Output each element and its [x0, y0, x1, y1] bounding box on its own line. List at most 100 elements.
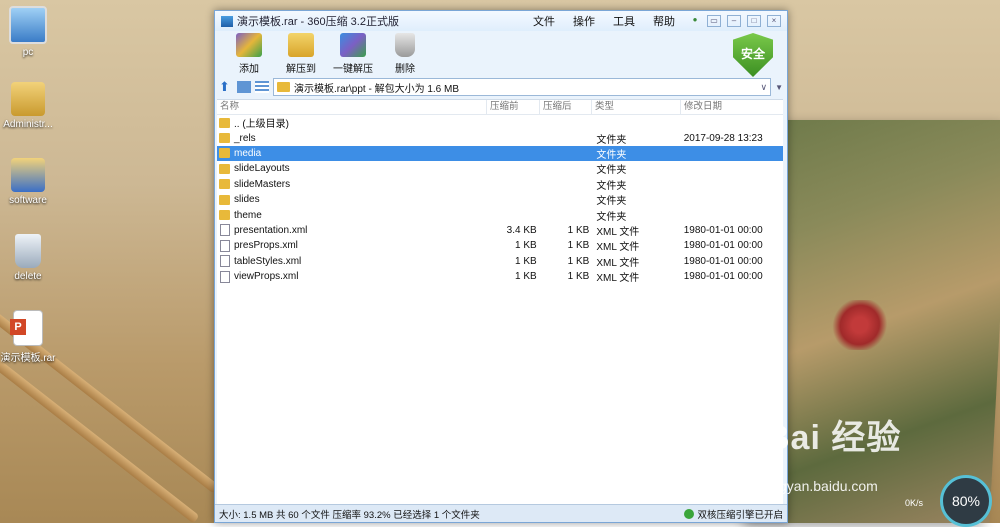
file-icon [220, 270, 230, 283]
col-compressed-after[interactable]: 压缩后 [540, 100, 592, 114]
col-modified[interactable]: 修改日期 [681, 100, 780, 114]
archive-window: 演示模板.rar - 360压缩 3.2正式版 文件 操作 工具 帮助 ● ▭ … [214, 10, 788, 523]
engine-status-icon [684, 508, 695, 519]
desktop-icon-software[interactable]: software [0, 158, 60, 206]
file-name-cell: theme [217, 210, 487, 221]
list-view-icon[interactable] [255, 81, 269, 93]
file-name-cell: .. (上级目录) [217, 115, 487, 130]
add-button[interactable]: 添加 [223, 33, 275, 77]
menu-dropdown-icon[interactable]: ▭ [707, 15, 721, 27]
type-cell: XML 文件 [596, 273, 640, 285]
file-name-cell: slides [217, 194, 487, 205]
compressed-before-cell: 1 KB [515, 240, 537, 252]
type-cell: 文件夹 [596, 211, 627, 223]
baidu-watermark-url: jingyan.baidu.com [765, 478, 878, 494]
modified-date-cell: 1980-01-01 00:00 [683, 240, 763, 252]
table-row[interactable]: theme 文件夹 [217, 207, 783, 223]
column-header: 名称 压缩前 压缩后 类型 修改日期 [217, 100, 783, 115]
app-logo-icon [221, 15, 233, 27]
table-row[interactable]: tableStyles.xml 1 KB 1 KB XML 文件 1980-01-01 … [217, 254, 783, 269]
type-cell: 文件夹 [596, 180, 627, 192]
path-field[interactable]: 演示模板.rar\ppt - 解包大小为 1.6 MB ∨ [273, 78, 772, 96]
table-row[interactable]: presProps.xml 1 KB 1 KB XML 文件 1980-01-01 00… [217, 238, 783, 253]
compressed-before-cell: 1 KB [515, 271, 537, 283]
table-row[interactable]: slideLayouts 文件夹 [217, 161, 783, 176]
up-arrow-icon[interactable]: ⬆ [219, 80, 233, 93]
extract-to-icon [288, 33, 314, 57]
modified-date-cell: 2017-09-28 13:23 [683, 132, 763, 144]
delete-button[interactable]: 删除 [379, 33, 431, 77]
desktop-icon-pc[interactable]: pc [0, 6, 60, 58]
engine-status-text: 双核压缩引擎已开启 [697, 509, 783, 521]
file-icon [220, 239, 230, 252]
user-folder-icon [11, 82, 45, 116]
one-click-extract-icon [340, 33, 366, 57]
table-row[interactable]: .. (上级目录) [217, 115, 783, 130]
menu-file[interactable]: 文件 [533, 13, 555, 29]
folder-icon [219, 194, 230, 205]
file-name-cell: tableStyles.xml [217, 255, 487, 268]
compressed-after-cell: 1 KB [567, 255, 590, 267]
type-cell: XML 文件 [596, 226, 640, 238]
type-cell: XML 文件 [596, 242, 640, 254]
type-cell: 文件夹 [596, 134, 627, 146]
file-list: 名称 压缩前 压缩后 类型 修改日期 .. (上级目录) _rels 文件夹 2017… [217, 99, 783, 504]
toolbar: 添加 解压到 一键解压 删除 安全 [215, 31, 787, 77]
file-icon [220, 224, 230, 237]
close-button[interactable]: × [767, 15, 781, 27]
file-name-cell: slideLayouts [217, 163, 487, 174]
file-name-cell: presentation.xml [217, 224, 487, 237]
folder-icon [219, 117, 230, 128]
computer-icon [9, 6, 47, 44]
title-bar[interactable]: 演示模板.rar - 360压缩 3.2正式版 文件 操作 工具 帮助 ● ▭ … [215, 11, 787, 31]
folder-icon [219, 163, 230, 174]
one-click-extract-button[interactable]: 一键解压 [327, 33, 379, 77]
compressed-after-cell: 1 KB [567, 224, 590, 236]
skin-icon[interactable]: ● [689, 15, 701, 25]
ppt-file-icon: P [10, 310, 43, 346]
delete-icon [395, 33, 415, 57]
compressed-before-cell: 1 KB [515, 255, 537, 267]
modified-date-cell: 1980-01-01 00:00 [683, 224, 763, 236]
type-cell: 文件夹 [596, 149, 627, 161]
desktop-icon-rar[interactable]: P 演示模板.rar [0, 310, 60, 364]
folder-icon [219, 148, 230, 159]
baidu-watermark: Bai 经验 [765, 419, 902, 457]
address-bar: ⬆ 演示模板.rar\ppt - 解包大小为 1.6 MB ∨ ▼ [215, 77, 787, 97]
minimize-button[interactable]: – [727, 15, 741, 27]
extract-to-button[interactable]: 解压到 [275, 33, 327, 77]
table-row[interactable]: media 文件夹 [217, 145, 783, 162]
chevron-down-icon[interactable]: ∨ [760, 82, 767, 93]
table-row[interactable]: presentation.xml 3.4 KB 1 KB XML 文件 1980-01-… [217, 223, 783, 238]
folder-icon [219, 179, 230, 190]
table-row[interactable]: viewProps.xml 1 KB 1 KB XML 文件 1980-01-01 00… [217, 269, 783, 284]
software-icon [11, 158, 45, 192]
file-name-cell: slideMasters [217, 179, 487, 190]
file-name-cell: media [217, 148, 487, 159]
security-shield-icon[interactable]: 安全 [733, 33, 773, 77]
folder-icon [277, 82, 290, 92]
col-name[interactable]: 名称 [217, 100, 487, 114]
table-row[interactable]: slideMasters 文件夹 [217, 177, 783, 192]
type-cell: 文件夹 [596, 196, 627, 208]
desktop-icon-administrator[interactable]: Administr... [0, 82, 60, 130]
file-name-cell: presProps.xml [217, 239, 487, 252]
add-archive-icon [236, 33, 262, 57]
menu-tools[interactable]: 工具 [613, 13, 635, 29]
performance-gauge[interactable]: 80% [940, 475, 992, 527]
dropdown-arrow-icon[interactable]: ▼ [775, 83, 783, 92]
menu-operate[interactable]: 操作 [573, 13, 595, 29]
menu-help[interactable]: 帮助 [653, 13, 675, 29]
table-row[interactable]: _rels 文件夹 2017-09-28 13:23 [217, 130, 783, 146]
col-compressed-before[interactable]: 压缩前 [487, 100, 540, 114]
thumbnail-view-icon[interactable] [237, 81, 251, 93]
col-type[interactable]: 类型 [592, 100, 681, 114]
compressed-before-cell: 3.4 KB [506, 224, 537, 236]
status-text: 大小: 1.5 MB 共 60 个文件 压缩率 93.2% 已经选择 1 个文件… [219, 509, 480, 521]
type-cell: 文件夹 [596, 165, 627, 177]
folder-icon [219, 133, 230, 144]
maximize-button[interactable]: □ [747, 15, 761, 27]
desktop-icon-delete[interactable]: delete [0, 234, 60, 282]
table-row[interactable]: slides 文件夹 [217, 192, 783, 207]
file-name-cell: _rels [217, 133, 487, 144]
